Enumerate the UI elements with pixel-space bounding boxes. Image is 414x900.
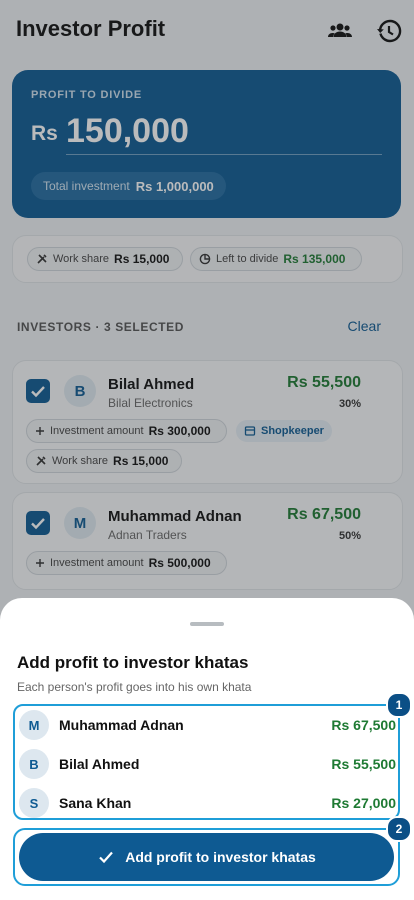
list-item: S Sana Khan Rs 27,000 [15,785,398,823]
profit-distribution-list: M Muhammad Adnan Rs 67,500 B Bilal Ahmed… [13,704,400,820]
avatar: S [19,788,49,818]
bottom-sheet: Add profit to investor khatas Each perso… [0,598,414,900]
person-name: Bilal Ahmed [59,756,140,772]
person-name: Sana Khan [59,795,132,811]
sheet-title: Add profit to investor khatas [17,653,249,672]
drag-handle[interactable] [190,622,224,626]
person-amount: Rs 67,500 [331,717,396,733]
person-amount: Rs 55,500 [331,756,396,772]
sheet-subtitle: Each person's profit goes into his own k… [17,680,252,694]
avatar: B [19,749,49,779]
list-item: B Bilal Ahmed Rs 55,500 [15,746,398,784]
cta-highlight: Add profit to investor khatas [13,828,400,886]
list-item: M Muhammad Adnan Rs 67,500 [15,707,398,745]
callout-badge-1: 1 [386,692,412,718]
avatar: M [19,710,49,740]
add-profit-button-label: Add profit to investor khatas [125,849,316,865]
person-name: Muhammad Adnan [59,717,184,733]
callout-badge-2: 2 [386,816,412,842]
person-amount: Rs 27,000 [331,795,396,811]
add-profit-button[interactable]: Add profit to investor khatas [19,833,394,881]
check-icon [99,851,114,864]
